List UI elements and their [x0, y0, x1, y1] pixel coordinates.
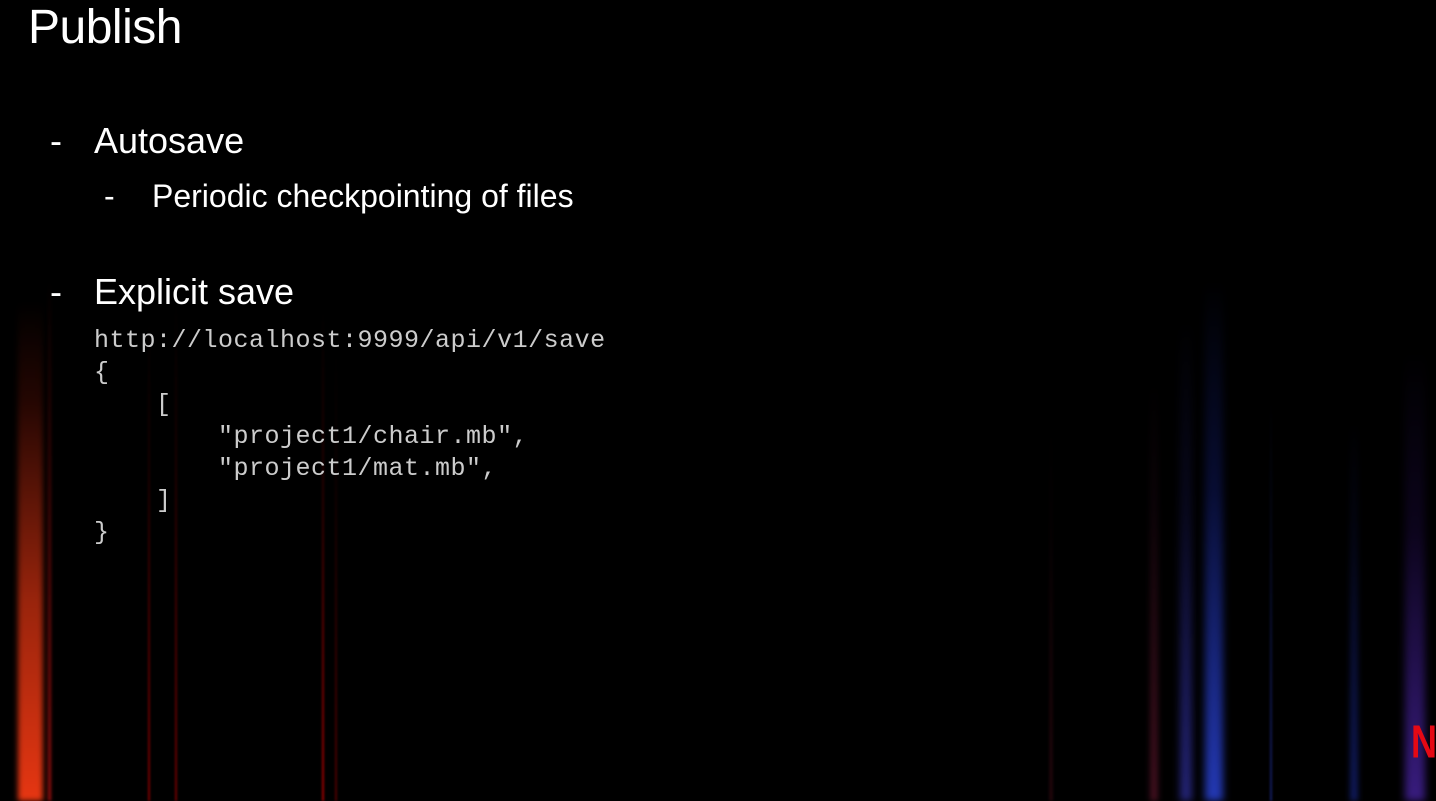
bullet-text: Autosave [94, 120, 244, 161]
slide-content: Publish Autosave Periodic checkpointing … [0, 0, 1436, 549]
code-block: http://localhost:9999/api/v1/save { [ "p… [94, 325, 1408, 549]
bullet-explicit-save: Explicit save [50, 268, 1408, 317]
netflix-logo-icon: N [1411, 715, 1436, 770]
bullet-autosave-sub: Periodic checkpointing of files [104, 174, 1408, 219]
spacer [50, 226, 1408, 268]
slide-title: Publish [28, 0, 1408, 55]
bullet-text: Explicit save [94, 271, 294, 312]
bullet-text: Periodic checkpointing of files [152, 178, 574, 214]
bullet-list: Autosave Periodic checkpointing of files… [50, 117, 1408, 317]
bullet-autosave: Autosave [50, 117, 1408, 166]
